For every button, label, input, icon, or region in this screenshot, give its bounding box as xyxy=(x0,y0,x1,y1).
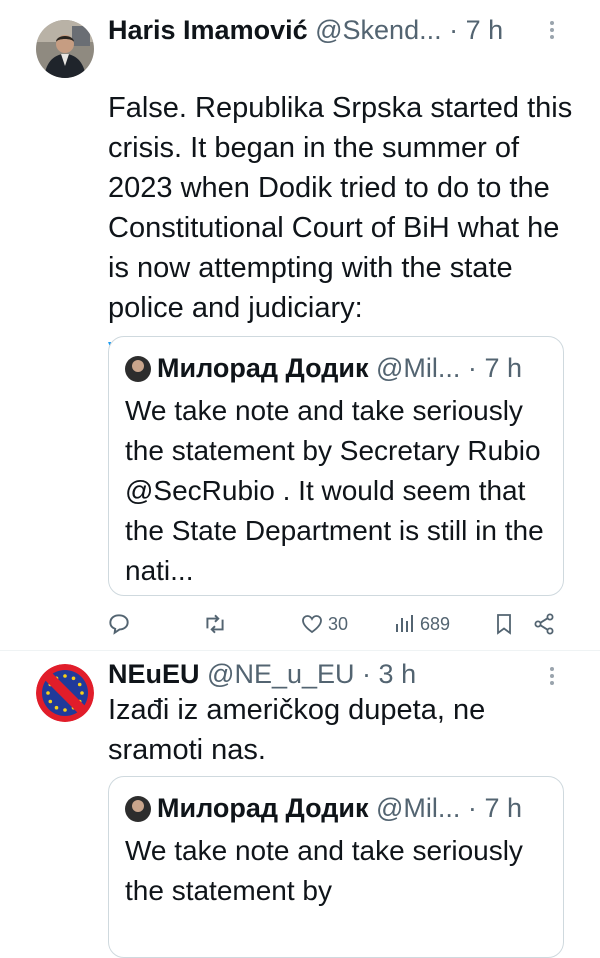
views-icon xyxy=(396,615,413,632)
retweet-button[interactable] xyxy=(202,606,228,642)
quoted-tweet[interactable]: Милорад Додик @Mil... · 7 h We take note… xyxy=(108,336,564,596)
tweet[interactable]: Haris Imamović @Skend... · 7 h False. Re… xyxy=(0,0,600,650)
view-count: 689 xyxy=(420,613,451,634)
tweet-body: False. Republika Srpska started this cri… xyxy=(108,92,573,324)
separator-dot: · xyxy=(449,15,459,45)
separator-dot: · xyxy=(467,353,477,383)
timestamp: 7 h xyxy=(484,353,522,383)
separator-dot: · xyxy=(362,659,372,689)
bookmark-button[interactable] xyxy=(492,606,516,642)
timestamp[interactable]: 3 h xyxy=(379,659,417,689)
display-name[interactable]: NEuEU xyxy=(108,659,200,689)
timestamp: 7 h xyxy=(484,793,522,823)
display-name[interactable]: Haris Imamović xyxy=(108,15,308,45)
bookmark-icon xyxy=(497,614,511,635)
more-options-icon[interactable] xyxy=(540,18,564,42)
like-count: 30 xyxy=(328,613,349,634)
views-button[interactable]: 689 xyxy=(394,606,450,642)
quoted-tweet-header: Милорад Додик @Mil... · 7 h xyxy=(125,351,551,385)
heart-icon xyxy=(302,615,322,634)
more-options-icon[interactable] xyxy=(540,664,564,688)
display-name: Милорад Додик xyxy=(157,793,369,823)
like-button[interactable]: 30 xyxy=(300,606,348,642)
user-handle: @Mil... xyxy=(376,793,461,823)
tweet[interactable]: NEuEU @NE_u_EU · 3 h Izađi iz američkog … xyxy=(0,650,600,958)
quoted-tweet[interactable]: Милорад Додик @Mil... · 7 h We take note… xyxy=(108,776,564,958)
retweet-icon xyxy=(206,614,224,634)
quoted-tweet-header: Милорад Додик @Mil... · 7 h xyxy=(125,791,551,825)
reply-button[interactable] xyxy=(106,606,132,642)
quoted-tweet-text: We take note and take seriously the stat… xyxy=(125,835,523,906)
tweet-header: NEuEU @NE_u_EU · 3 h xyxy=(108,658,542,690)
timestamp[interactable]: 7 h xyxy=(466,15,504,45)
share-icon xyxy=(534,613,554,635)
tweet-text: Izađi iz američkog dupeta, ne sramoti na… xyxy=(108,694,486,766)
user-handle[interactable]: @NE_u_EU xyxy=(207,659,354,689)
share-button[interactable] xyxy=(532,606,556,642)
action-bar: 30 689 xyxy=(104,606,574,642)
quoted-tweet-text: We take note and take seriously the stat… xyxy=(125,395,544,586)
user-handle[interactable]: @Skend... xyxy=(315,15,441,45)
avatar[interactable] xyxy=(36,20,94,78)
reply-icon xyxy=(109,614,129,635)
user-handle: @Mil... xyxy=(376,353,461,383)
display-name: Милорад Додик xyxy=(157,353,369,383)
separator-dot: · xyxy=(467,793,477,823)
avatar xyxy=(125,356,151,382)
tweet-header: Haris Imamović @Skend... · 7 h xyxy=(108,14,542,46)
avatar[interactable] xyxy=(36,664,94,722)
avatar xyxy=(125,796,151,822)
